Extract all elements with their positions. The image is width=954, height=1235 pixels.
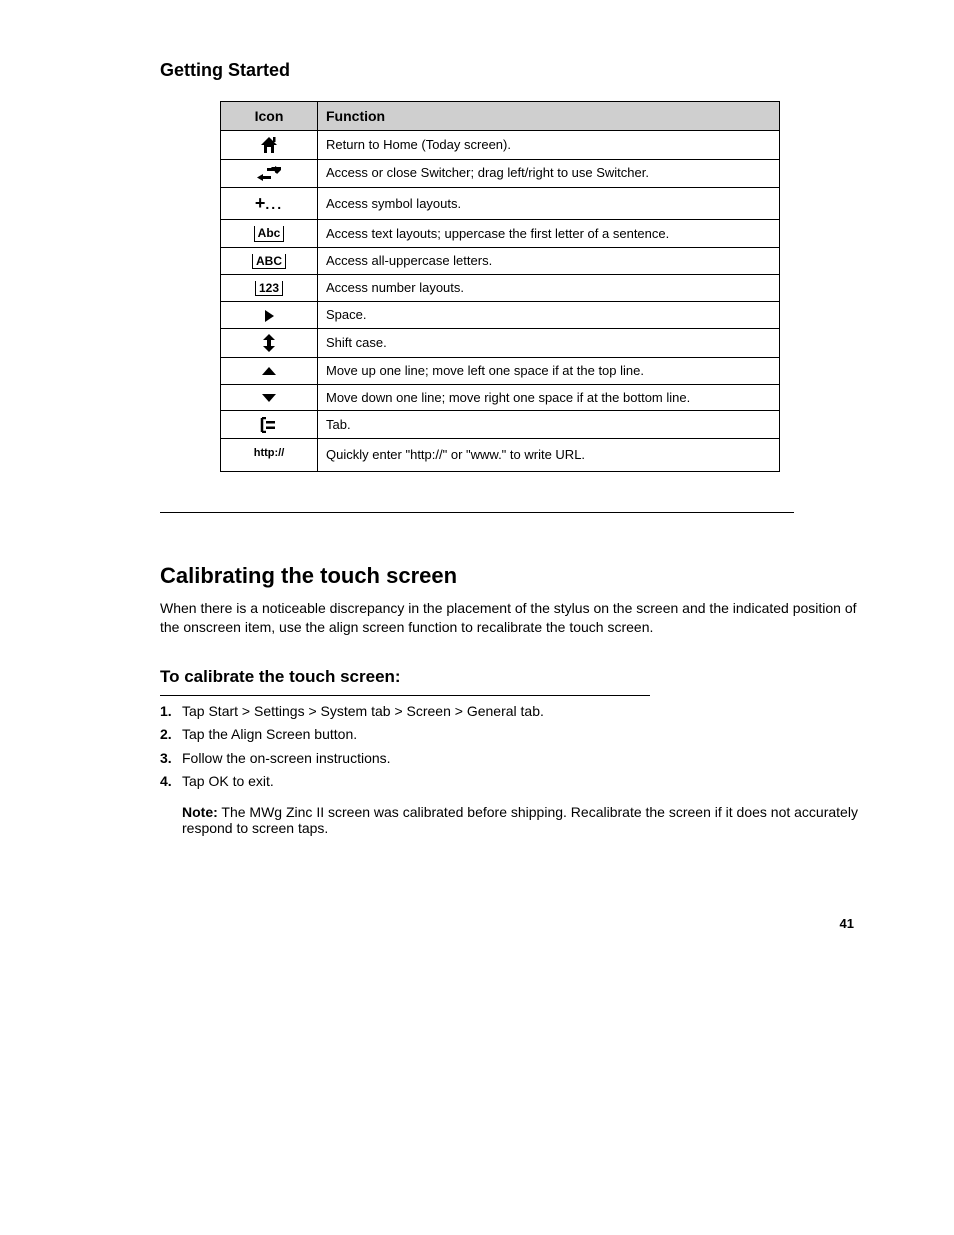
subheading-steps: To calibrate the touch screen: <box>160 667 874 687</box>
table-row: Return to Home (Today screen). <box>221 131 780 160</box>
num-icon: 123 <box>255 281 283 296</box>
step-3: 3.Follow the on-screen instructions. <box>160 749 874 769</box>
step-4: 4.Tap OK to exit. <box>160 772 874 792</box>
plus-dots-icon: +... <box>255 193 283 213</box>
http-label: http:// <box>254 447 285 459</box>
step-1: 1.Tap Start > Settings > System tab > Sc… <box>160 702 874 722</box>
cell-desc: Shift case. <box>318 328 780 357</box>
table-row: http:// Quickly enter "http://" or "www.… <box>221 438 780 471</box>
cell-desc: Access number layouts. <box>318 274 780 301</box>
abc-mixed-icon: Abc <box>254 226 285 241</box>
table-row: +... Access symbol layouts. <box>221 187 780 220</box>
play-icon <box>263 309 275 323</box>
cell-desc: Quickly enter "http://" or "www." to wri… <box>318 438 780 471</box>
step-2: 2.Tap the Align Screen button. <box>160 725 874 745</box>
section-separator <box>160 512 794 513</box>
table-row: Move up one line; move left one space if… <box>221 357 780 384</box>
table-row: 123 Access number layouts. <box>221 274 780 301</box>
table-row: Tab. <box>221 411 780 439</box>
cell-desc: Return to Home (Today screen). <box>318 131 780 160</box>
table-row: Space. <box>221 302 780 329</box>
heading-calibrate: Calibrating the touch screen <box>160 563 874 589</box>
cell-desc: Access all-uppercase letters. <box>318 247 780 274</box>
cell-desc: Access or close Switcher; drag left/righ… <box>318 160 780 188</box>
table-row: Shift case. <box>221 328 780 357</box>
cell-desc: Space. <box>318 302 780 329</box>
home-icon <box>259 136 279 154</box>
table-row: Abc Access text layouts; uppercase the f… <box>221 220 780 247</box>
caret-down-icon <box>261 393 277 403</box>
note: Note: The MWg Zinc II screen was calibra… <box>182 804 874 836</box>
col-header-function: Function <box>318 102 780 131</box>
table-row: Access or close Switcher; drag left/righ… <box>221 160 780 188</box>
intro-text: When there is a noticeable discrepancy i… <box>160 599 874 637</box>
caret-up-icon <box>261 366 277 376</box>
page-number: 41 <box>80 916 854 931</box>
cell-desc: Tab. <box>318 411 780 439</box>
cell-desc: Move up one line; move left one space if… <box>318 357 780 384</box>
col-header-icon: Icon <box>221 102 318 131</box>
switcher-icon <box>257 166 281 182</box>
table-row: ABC Access all-uppercase letters. <box>221 247 780 274</box>
tab-icon <box>260 417 278 433</box>
up-down-icon <box>262 334 276 352</box>
cell-desc: Access text layouts; uppercase the first… <box>318 220 780 247</box>
section-title: Getting Started <box>160 60 874 81</box>
icon-legend-table: Icon Function Return to Home (Today scre… <box>220 101 780 472</box>
abc-upper-icon: ABC <box>252 254 286 269</box>
sub-rule <box>160 695 650 696</box>
cell-desc: Move down one line; move right one space… <box>318 384 780 411</box>
table-row: Move down one line; move right one space… <box>221 384 780 411</box>
cell-desc: Access symbol layouts. <box>318 187 780 220</box>
